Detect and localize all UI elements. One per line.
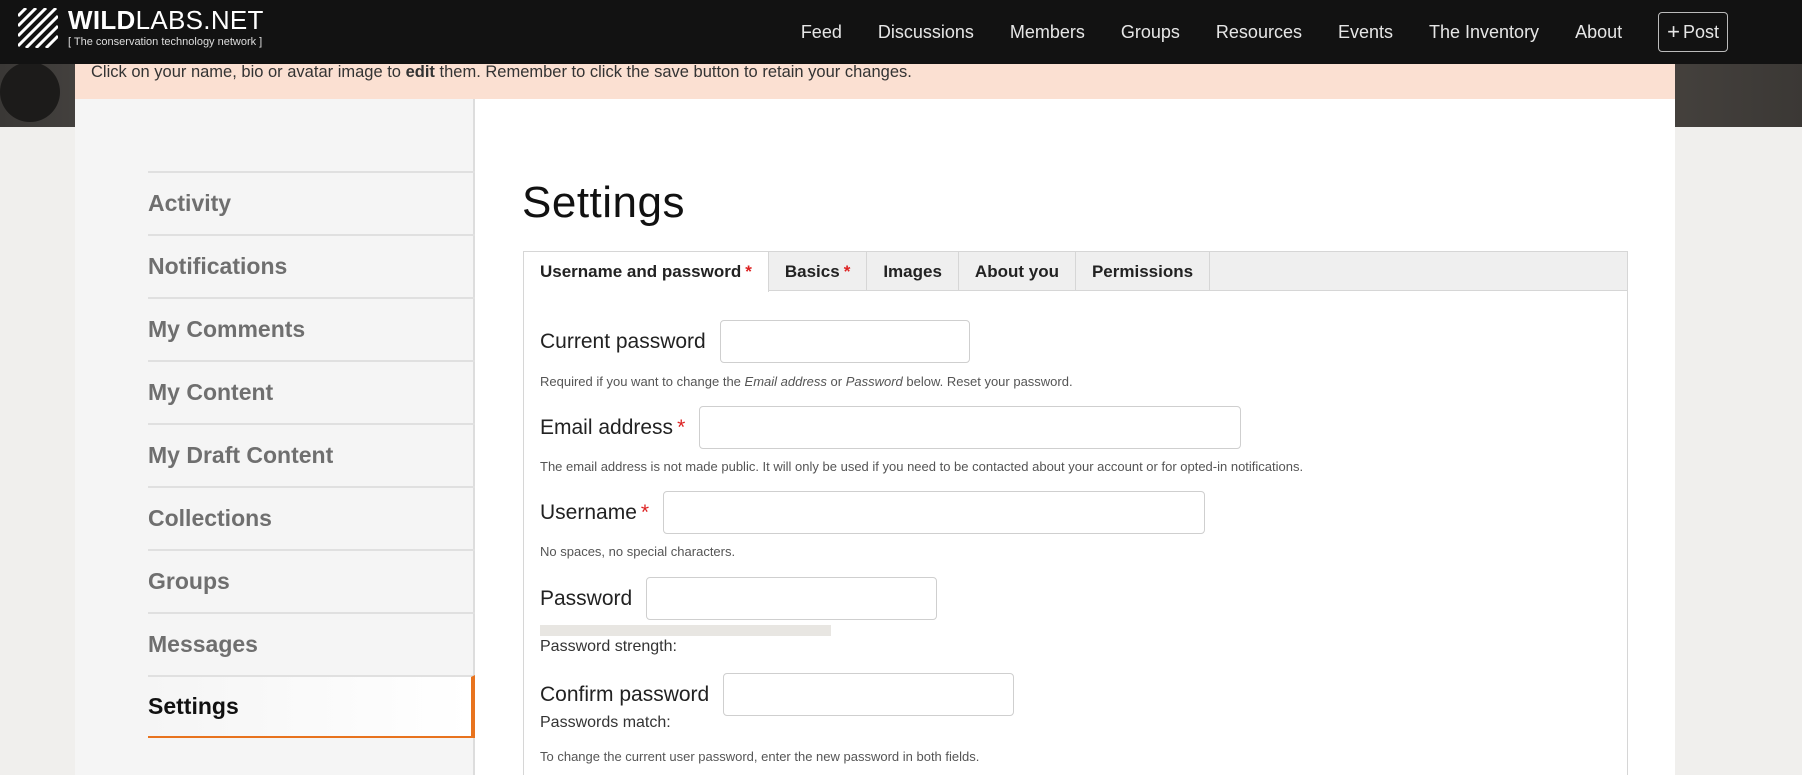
required-marker: *	[640, 500, 650, 524]
top-navigation-bar: WILDLABS.NET [ The conservation technolo…	[0, 0, 1802, 64]
confirm-password-row: Confirm password	[540, 673, 1015, 716]
plus-icon: +	[1667, 19, 1680, 44]
tab-bar: Username and password * Basics * Images Ab…	[524, 252, 1627, 292]
sidebar-item-activity[interactable]: Activity	[148, 171, 475, 234]
tab-basics[interactable]: Basics *	[769, 252, 868, 291]
username-field[interactable]	[663, 491, 1206, 534]
confirm-password-field[interactable]	[723, 673, 1015, 716]
tab-label: Basics	[784, 261, 840, 281]
main-nav: Feed Discussions Members Groups Resource…	[801, 0, 1802, 64]
sidebar-item-my-draft-content[interactable]: My Draft Content	[148, 423, 475, 486]
passwords-match-label: Passwords match:	[540, 714, 671, 731]
sidebar-item-collections[interactable]: Collections	[148, 486, 475, 549]
email-help: The email address is not made public. It…	[540, 459, 1304, 474]
wildlabs-logo-icon	[18, 8, 58, 48]
current-password-input[interactable]	[719, 320, 970, 363]
username-help: No spaces, no special characters.	[540, 544, 736, 559]
sidebar-item-notifications[interactable]: Notifications	[148, 234, 475, 297]
post-button[interactable]: + Post	[1658, 12, 1728, 52]
password-field[interactable]	[646, 577, 938, 620]
nav-events[interactable]: Events	[1338, 22, 1393, 43]
profile-sidebar: Activity Notifications My Comments My Co…	[75, 99, 475, 775]
tab-permissions[interactable]: Permissions	[1076, 252, 1211, 291]
sidebar-item-groups[interactable]: Groups	[148, 549, 475, 612]
edit-notice-text: Click on your name, bio or avatar image …	[91, 63, 912, 81]
password-strength-label: Password strength:	[540, 638, 677, 655]
nav-resources[interactable]: Resources	[1216, 22, 1302, 43]
tab-label: Permissions	[1091, 261, 1194, 281]
post-button-label: Post	[1682, 21, 1719, 42]
tab-username-and-password[interactable]: Username and password *	[524, 252, 769, 292]
confirm-password-label: Confirm password	[540, 682, 710, 706]
edit-notice-banner: Click on your name, bio or avatar image …	[75, 64, 1675, 99]
nav-feed[interactable]: Feed	[801, 22, 842, 43]
site-name: WILDLABS.NET	[68, 5, 264, 35]
sidebar-item-my-comments[interactable]: My Comments	[148, 297, 475, 360]
required-marker: *	[745, 262, 752, 281]
email-row: Email address *	[540, 406, 1242, 449]
password-strength-bar	[540, 625, 831, 636]
nav-discussions[interactable]: Discussions	[878, 22, 974, 43]
tab-label: Images	[883, 261, 942, 281]
sidebar-item-messages[interactable]: Messages	[148, 612, 475, 675]
settings-tabs-panel: Username and password * Basics * Images Ab…	[523, 251, 1628, 775]
site-tagline: [ The conservation technology network ]	[68, 36, 263, 48]
sidebar-menu: Activity Notifications My Comments My Co…	[148, 171, 475, 738]
password-label: Password	[540, 586, 633, 610]
required-marker: *	[843, 261, 851, 281]
email-label: Email address *	[540, 415, 686, 439]
nav-groups[interactable]: Groups	[1121, 22, 1180, 43]
current-password-help: Required if you want to change the Email…	[540, 374, 1073, 389]
sidebar-item-settings[interactable]: Settings	[148, 675, 475, 738]
site-logo[interactable]: WILDLABS.NET [ The conservation technolo…	[18, 6, 264, 48]
sidebar-item-my-content[interactable]: My Content	[148, 360, 475, 423]
page-title: Settings	[522, 178, 685, 227]
tab-about-you[interactable]: About you	[959, 252, 1076, 291]
nav-members[interactable]: Members	[1010, 22, 1085, 43]
tab-images[interactable]: Images	[867, 252, 959, 291]
hero-image-shape	[0, 62, 60, 122]
current-password-row: Current password	[540, 320, 970, 363]
tab-label: About you	[974, 261, 1059, 281]
password-row: Password	[540, 577, 938, 620]
username-row: Username *	[540, 491, 1206, 534]
current-password-label: Current password	[540, 329, 706, 353]
nav-about[interactable]: About	[1575, 22, 1622, 43]
tab-label: Username and password	[540, 262, 742, 281]
required-marker: *	[677, 415, 686, 439]
email-field[interactable]	[699, 406, 1242, 449]
password-change-help: To change the current user password, ent…	[540, 749, 980, 764]
nav-the-inventory[interactable]: The Inventory	[1429, 22, 1539, 43]
username-label: Username *	[540, 500, 650, 524]
